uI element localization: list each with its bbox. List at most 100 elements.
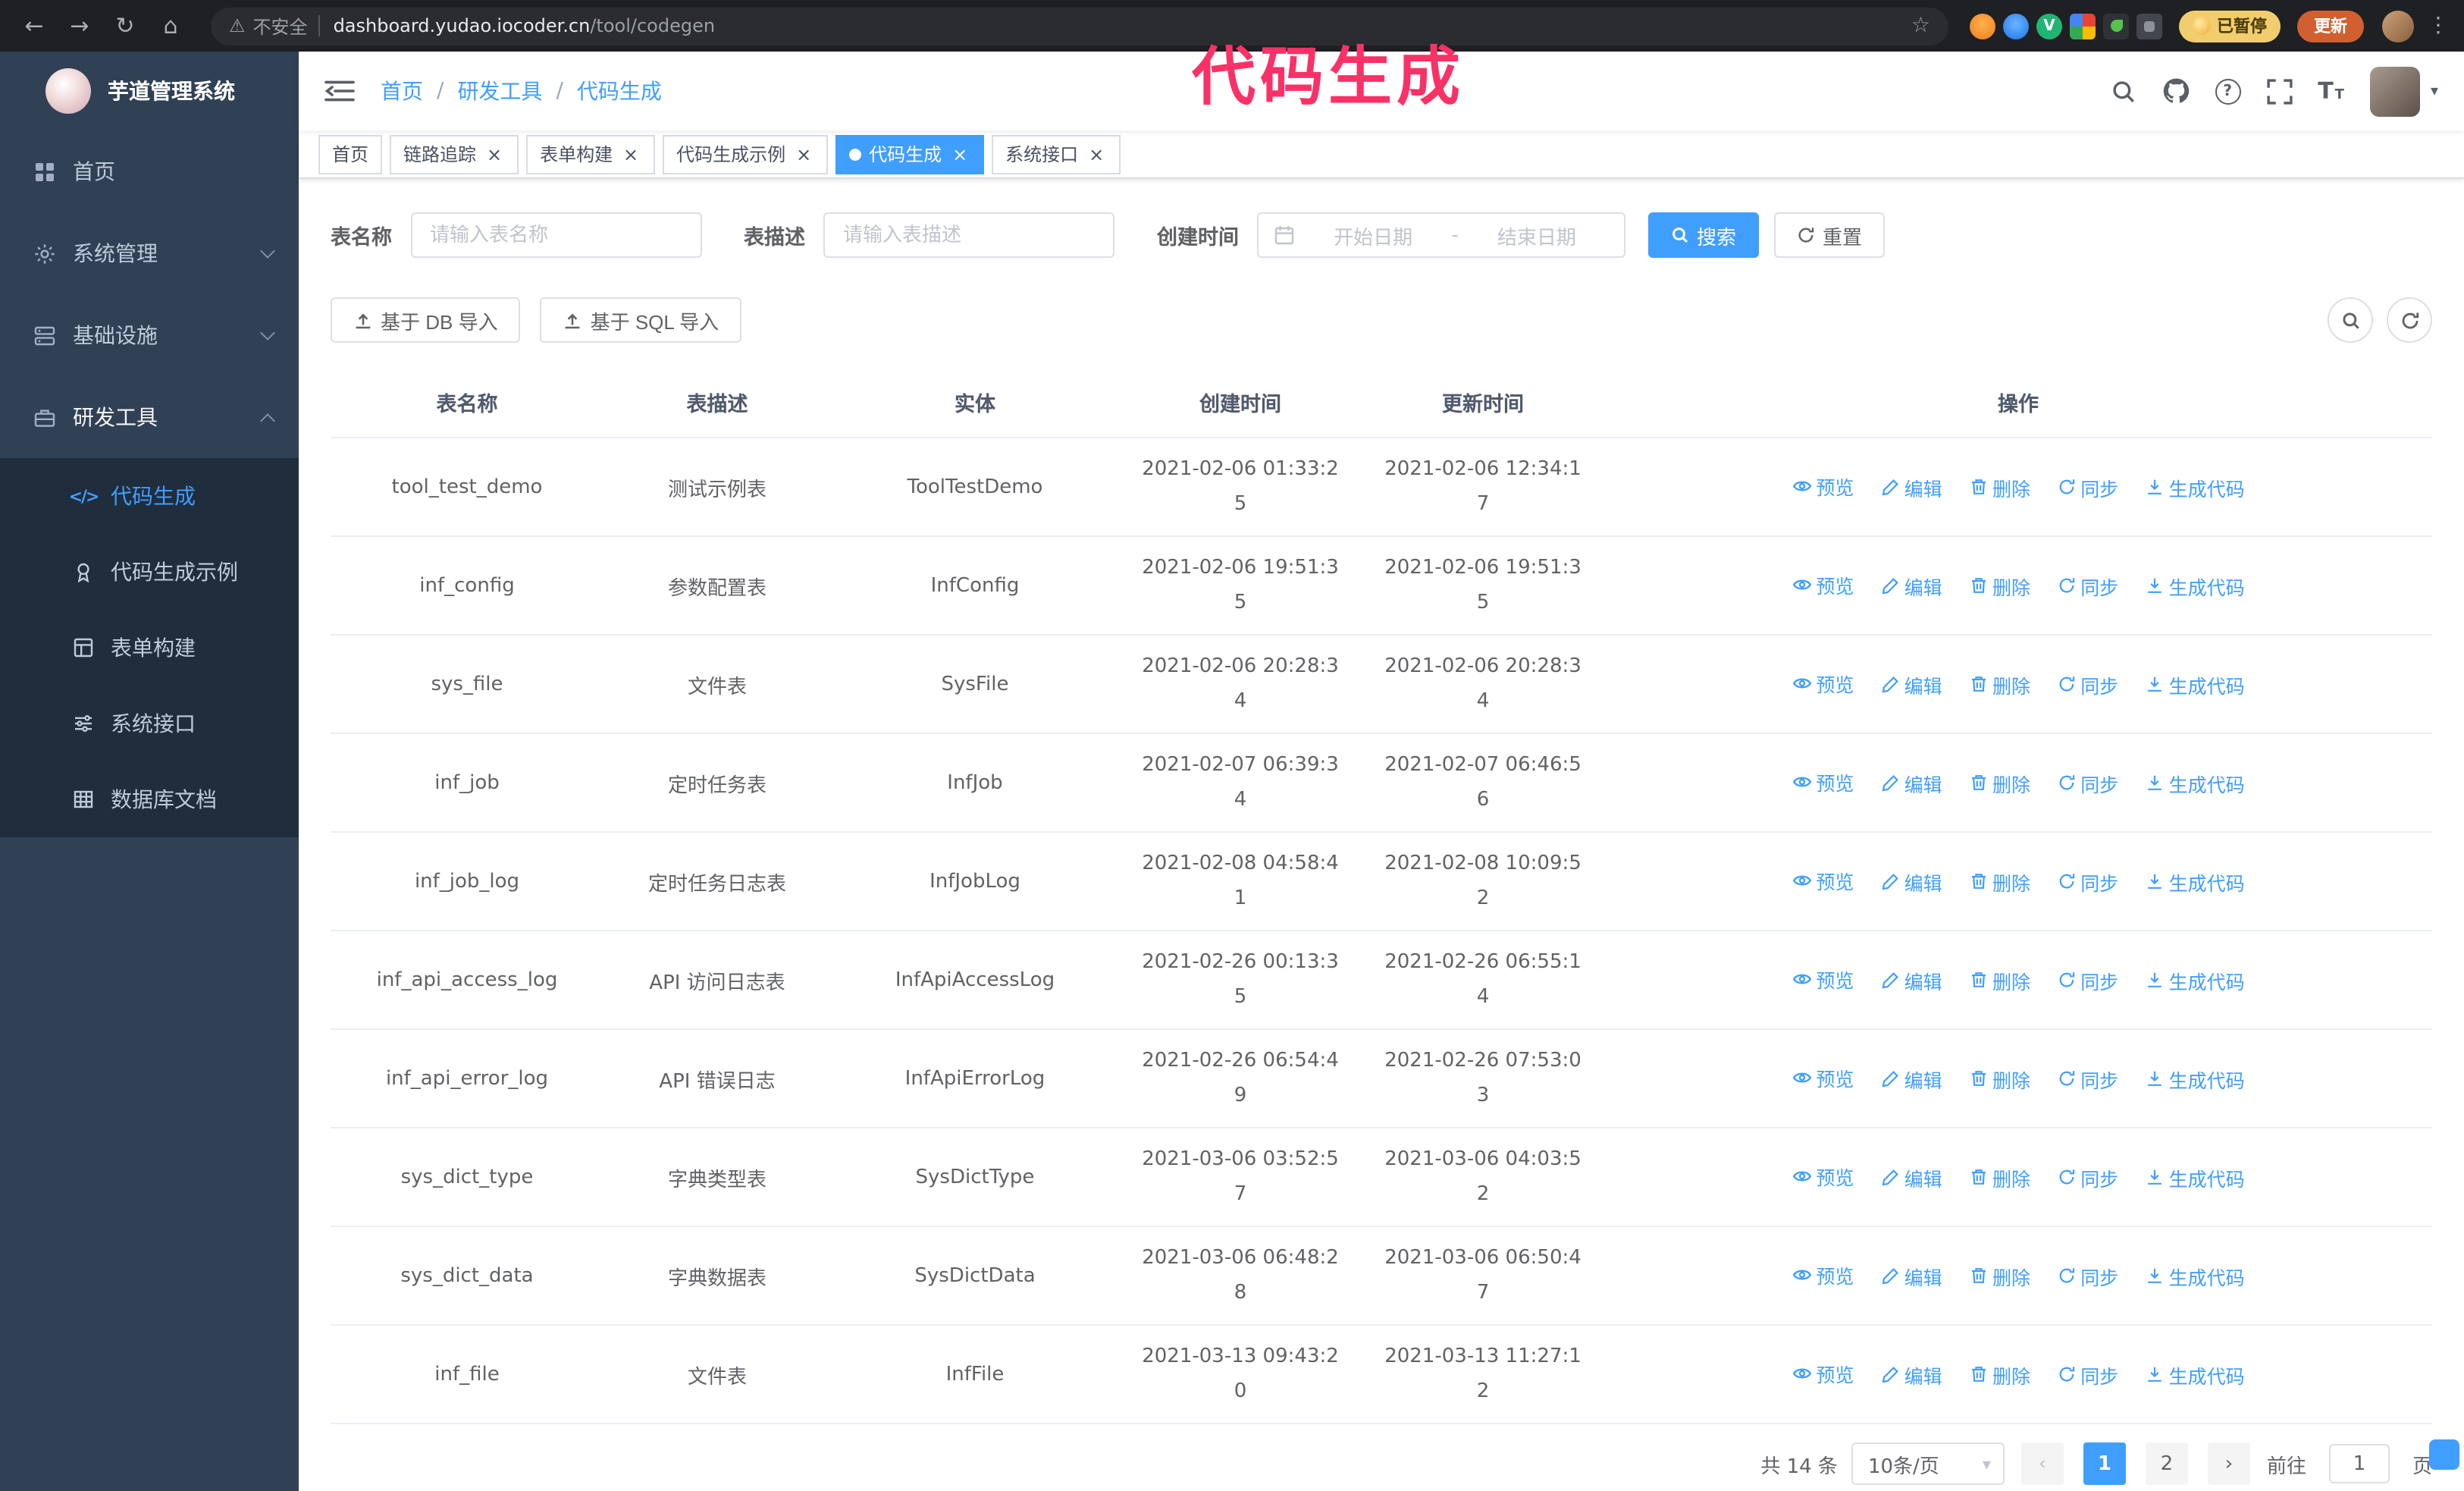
preview-link[interactable]: 预览 — [1792, 767, 1854, 796]
close-icon[interactable]: × — [1086, 143, 1107, 165]
close-icon[interactable]: × — [793, 143, 814, 165]
browser-profile-avatar[interactable] — [2382, 10, 2414, 42]
reload-icon[interactable]: ↻ — [106, 7, 144, 45]
preview-link[interactable]: 预览 — [1792, 472, 1854, 501]
forward-icon[interactable]: → — [61, 7, 99, 45]
next-page-button[interactable]: › — [2207, 1442, 2250, 1485]
edit-link[interactable]: 编辑 — [1882, 965, 1942, 994]
user-avatar[interactable] — [2369, 66, 2420, 116]
close-icon[interactable]: × — [949, 143, 970, 165]
import-sql-button[interactable]: 基于 SQL 导入 — [540, 297, 742, 343]
browser-menu-icon[interactable]: ⋮ — [2428, 14, 2449, 38]
sidebar-item-db-docs[interactable]: 数据库文档 — [0, 761, 299, 837]
logo[interactable]: 芋道管理系统 — [0, 52, 299, 130]
delete-link[interactable]: 删除 — [1970, 571, 2030, 600]
delete-link[interactable]: 删除 — [1970, 1360, 2030, 1389]
edit-link[interactable]: 编辑 — [1882, 1064, 1942, 1093]
delete-link[interactable]: 删除 — [1970, 867, 2030, 896]
sync-link[interactable]: 同步 — [2058, 670, 2118, 698]
delete-link[interactable]: 删除 — [1970, 670, 2030, 698]
address-bar[interactable]: ⚠ 不安全 dashboard.yudao.iocoder.cn /tool/c… — [211, 7, 1948, 45]
sidebar-item-home[interactable]: 首页 — [0, 130, 299, 212]
paused-badge[interactable]: 已暂停 — [2179, 10, 2281, 42]
sidebar-item-form-builder[interactable]: 表单构建 — [0, 610, 299, 686]
tag-tracing[interactable]: 链路追踪 × — [390, 134, 519, 174]
search-button[interactable]: 搜索 — [1648, 212, 1760, 258]
generate-code-link[interactable]: 生成代码 — [2146, 1360, 2245, 1389]
page-size-select[interactable]: 10条/页 ▾ — [1851, 1442, 2005, 1485]
edit-link[interactable]: 编辑 — [1882, 768, 1942, 797]
extension-orange-icon[interactable] — [1970, 13, 1995, 39]
edit-link[interactable]: 编辑 — [1882, 1360, 1942, 1389]
generate-code-link[interactable]: 生成代码 — [2146, 670, 2245, 698]
preview-link[interactable]: 预览 — [1792, 570, 1854, 599]
refresh-table-button[interactable] — [2387, 297, 2432, 343]
preview-link[interactable]: 预览 — [1792, 669, 1854, 698]
extension-vue-icon[interactable]: V — [2036, 13, 2062, 39]
date-range-picker[interactable]: 开始日期 - 结束日期 — [1257, 212, 1625, 258]
generate-code-link[interactable]: 生成代码 — [2146, 1064, 2245, 1093]
extension-leaf-icon[interactable] — [2103, 13, 2129, 39]
generate-code-link[interactable]: 生成代码 — [2146, 571, 2245, 600]
back-icon[interactable]: ← — [15, 7, 53, 45]
sidebar-item-codegen-example[interactable]: 代码生成示例 — [0, 534, 299, 610]
tag-system-api[interactable]: 系统接口 × — [992, 134, 1121, 174]
help-icon[interactable]: ? — [2215, 78, 2241, 104]
generate-code-link[interactable]: 生成代码 — [2146, 867, 2245, 896]
delete-link[interactable]: 删除 — [1970, 1261, 2030, 1290]
bookmark-star-icon[interactable]: ☆ — [1911, 14, 1930, 38]
avatar-caret-icon[interactable]: ▾ — [2431, 83, 2438, 99]
font-size-icon[interactable]: TT — [2318, 77, 2344, 105]
sidebar-item-devtools[interactable]: 研发工具 — [0, 376, 299, 458]
table-name-input[interactable] — [410, 212, 701, 258]
sync-link[interactable]: 同步 — [2058, 768, 2118, 797]
edit-link[interactable]: 编辑 — [1882, 571, 1942, 600]
extensions-puzzle-icon[interactable] — [2136, 13, 2162, 39]
extension-blue-icon[interactable] — [2003, 13, 2029, 39]
search-icon[interactable] — [2110, 78, 2136, 104]
delete-link[interactable]: 删除 — [1970, 1163, 2030, 1191]
hamburger-icon[interactable] — [324, 79, 355, 103]
generate-code-link[interactable]: 生成代码 — [2146, 768, 2245, 797]
page-button-2[interactable]: 2 — [2145, 1442, 2188, 1485]
generate-code-link[interactable]: 生成代码 — [2146, 1261, 2245, 1290]
sidebar-item-codegen[interactable]: </> 代码生成 — [0, 458, 299, 534]
sync-link[interactable]: 同步 — [2058, 1163, 2118, 1191]
breadcrumb-home[interactable]: 首页 — [381, 76, 423, 106]
sync-link[interactable]: 同步 — [2058, 867, 2118, 896]
prev-page-button[interactable]: ‹ — [2020, 1442, 2064, 1485]
delete-link[interactable]: 删除 — [1970, 768, 2030, 797]
generate-code-link[interactable]: 生成代码 — [2146, 965, 2245, 994]
table-desc-input[interactable] — [823, 212, 1114, 258]
edit-link[interactable]: 编辑 — [1882, 1261, 1942, 1290]
update-button[interactable]: 更新 — [2297, 10, 2364, 42]
delete-link[interactable]: 删除 — [1970, 472, 2030, 501]
sync-link[interactable]: 同步 — [2058, 1261, 2118, 1290]
preview-link[interactable]: 预览 — [1792, 866, 1854, 895]
breadcrumb-devtools[interactable]: 研发工具 — [457, 76, 542, 106]
sync-link[interactable]: 同步 — [2058, 965, 2118, 994]
preview-link[interactable]: 预览 — [1792, 1260, 1854, 1289]
sync-link[interactable]: 同步 — [2058, 1360, 2118, 1389]
extension-grid-icon[interactable] — [2070, 13, 2096, 39]
page-button-1[interactable]: 1 — [2083, 1442, 2126, 1485]
preview-link[interactable]: 预览 — [1792, 1359, 1854, 1388]
edit-link[interactable]: 编辑 — [1882, 472, 1942, 501]
sidebar-item-system-api[interactable]: 系统接口 — [0, 686, 299, 761]
home-icon[interactable]: ⌂ — [152, 7, 190, 45]
sidebar-item-infra[interactable]: 基础设施 — [0, 294, 299, 376]
import-db-button[interactable]: 基于 DB 导入 — [331, 297, 521, 343]
sync-link[interactable]: 同步 — [2058, 571, 2118, 600]
goto-page-input[interactable] — [2328, 1444, 2390, 1483]
preview-link[interactable]: 预览 — [1792, 1162, 1854, 1191]
edit-link[interactable]: 编辑 — [1882, 670, 1942, 698]
preview-link[interactable]: 预览 — [1792, 965, 1854, 993]
delete-link[interactable]: 删除 — [1970, 965, 2030, 994]
tag-form-builder[interactable]: 表单构建 × — [526, 134, 656, 174]
edit-link[interactable]: 编辑 — [1882, 867, 1942, 896]
sync-link[interactable]: 同步 — [2058, 472, 2118, 501]
generate-code-link[interactable]: 生成代码 — [2146, 472, 2245, 501]
sync-link[interactable]: 同步 — [2058, 1064, 2118, 1093]
preview-link[interactable]: 预览 — [1792, 1063, 1854, 1092]
generate-code-link[interactable]: 生成代码 — [2146, 1163, 2245, 1191]
